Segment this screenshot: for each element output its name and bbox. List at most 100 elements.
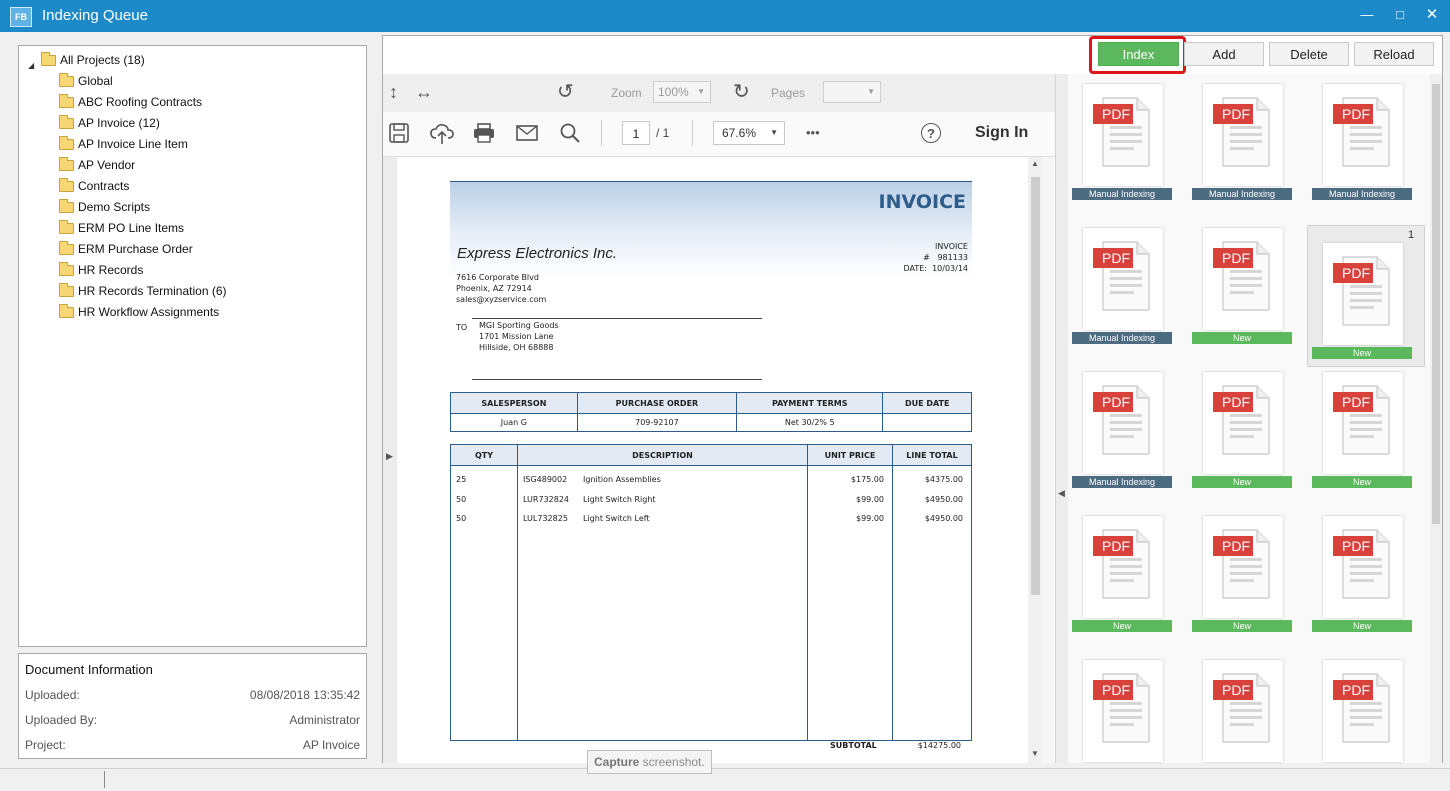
folder-icon (59, 115, 74, 130)
line-desc-text: Light Switch Right (583, 494, 656, 504)
document-thumbnail[interactable]: PDF (1083, 660, 1163, 762)
document-thumbnail[interactable]: PDF (1203, 516, 1283, 618)
invoice-info-table: SALESPERSON PURCHASE ORDER PAYMENT TERMS DU… (450, 392, 972, 432)
line-unit-price: $99.00 (856, 514, 884, 523)
reload-button[interactable]: Reload (1354, 42, 1434, 66)
tree-item-label: Demo Scripts (78, 200, 151, 214)
document-thumbnail[interactable]: PDF (1083, 84, 1163, 186)
thumbnail-scrollbar[interactable] (1430, 74, 1442, 763)
help-icon[interactable]: ? (921, 123, 941, 143)
pdf-label: PDF (1342, 394, 1370, 410)
project-tree[interactable]: ◢ All Projects (18) Global ABC Roofing Co… (18, 45, 367, 647)
tree-item-all-projects[interactable]: ◢ All Projects (18) (19, 50, 359, 70)
document-thumbnail[interactable]: PDF (1323, 84, 1403, 186)
pages-select[interactable]: ▼ (823, 81, 881, 103)
email-icon[interactable] (516, 125, 538, 141)
print-icon[interactable] (473, 123, 495, 143)
folder-icon (59, 94, 74, 109)
tooltip-bold: Capture (594, 755, 640, 769)
close-icon[interactable]: ✕ (1422, 6, 1442, 24)
collapse-triangle-icon[interactable]: ◢ (28, 56, 34, 76)
document-thumbnail[interactable]: PDF (1323, 243, 1403, 345)
line-header: DESCRIPTION (517, 444, 808, 466)
tree-item[interactable]: Global (59, 71, 113, 91)
tree-item[interactable]: ERM Purchase Order (59, 239, 193, 259)
document-thumbnail[interactable]: PDF (1083, 516, 1163, 618)
to-label: TO (456, 323, 468, 332)
scroll-down-icon[interactable]: ▼ (1031, 749, 1039, 758)
left-collapse-bar[interactable]: ▶ (383, 157, 397, 763)
tooltip-text: screenshot. (639, 755, 705, 769)
tree-item-label: ABC Roofing Contracts (78, 95, 203, 109)
document-thumbnail[interactable]: PDF (1203, 228, 1283, 330)
viewer-scrollbar[interactable]: ▲ ▼ (1028, 157, 1042, 763)
ship-to-address: MGI Sporting Goods 1701 Mission Lane Hil… (479, 320, 559, 353)
line-description: ISG489002 Ignition Assemblies (523, 470, 802, 490)
collapse-left-icon[interactable]: ◀ (1058, 488, 1065, 499)
tree-item[interactable]: HR Records (59, 260, 143, 280)
tree-item[interactable]: Contracts (59, 176, 129, 196)
viewer-scrollbar-thumb[interactable] (1031, 177, 1040, 595)
tree-item[interactable]: HR Records Termination (6) (59, 281, 227, 301)
search-icon[interactable] (560, 123, 580, 143)
expand-right-icon[interactable]: ▶ (386, 451, 393, 462)
project-label: Project: (25, 738, 66, 752)
upload-cloud-icon[interactable] (430, 123, 454, 145)
pdf-label: PDF (1342, 106, 1370, 122)
tree-item[interactable]: HR Workflow Assignments (59, 302, 219, 322)
fit-width-icon[interactable]: ↔ (415, 82, 433, 102)
document-thumbnail[interactable]: PDF (1323, 372, 1403, 474)
tree-item-label: HR Records (78, 263, 144, 277)
project-value: AP Invoice (302, 738, 360, 752)
main-panel: Index Add Delete Reload ↕ ↔ ↺ Zoom 100% ▼… (382, 35, 1443, 763)
thumbnail-scrollbar-thumb[interactable] (1432, 84, 1440, 524)
document-thumbnail[interactable]: PDF (1083, 228, 1163, 330)
add-button[interactable]: Add (1184, 42, 1264, 66)
line-code: LUR732824 (523, 494, 570, 504)
document-thumbnail[interactable]: PDF (1323, 660, 1403, 762)
rotate-left-icon[interactable]: ↺ (557, 82, 574, 102)
document-thumbnail[interactable]: PDF (1203, 84, 1283, 186)
tree-item[interactable]: AP Vendor (59, 155, 135, 175)
invoice-title: INVOICE (878, 191, 967, 213)
sign-in-button[interactable]: Sign In (975, 124, 1028, 142)
pages-label: Pages (771, 86, 806, 100)
tree-item[interactable]: ERM PO Line Items (59, 218, 184, 238)
document-thumbnail[interactable]: PDF (1323, 516, 1403, 618)
status-badge: New (1192, 476, 1292, 488)
tree-item[interactable]: AP Invoice (12) (59, 113, 160, 133)
folder-icon (59, 157, 74, 172)
thumbnail-splitter[interactable]: ◀ (1056, 74, 1068, 763)
more-options-icon[interactable]: ••• (806, 125, 820, 140)
tree-item[interactable]: ABC Roofing Contracts (59, 92, 202, 112)
rotate-right-icon[interactable]: ↻ (733, 82, 750, 102)
folder-icon (59, 178, 74, 193)
zoom-select[interactable]: 100% ▼ (653, 81, 711, 103)
invoice-document: INVOICE INVOICE # 981133 DATE: 10/03/14 … (450, 181, 972, 763)
document-thumbnail[interactable]: PDF (1203, 660, 1283, 762)
save-icon[interactable] (389, 123, 409, 143)
tree-item-label: ERM PO Line Items (78, 221, 185, 235)
subtotal-label: SUBTOTAL (830, 741, 877, 750)
tree-item[interactable]: Demo Scripts (59, 197, 150, 217)
document-thumbnail[interactable]: PDF (1083, 372, 1163, 474)
index-button[interactable]: Index (1098, 42, 1179, 66)
address-line: Phoenix, AZ 72914 (456, 284, 532, 293)
maximize-icon[interactable]: □ (1390, 6, 1410, 24)
fit-height-icon[interactable]: ↕ (389, 82, 398, 102)
scroll-up-icon[interactable]: ▲ (1031, 159, 1039, 168)
tree-item-label: Global (78, 74, 113, 88)
line-code: ISG489002 (523, 475, 568, 484)
tree-item[interactable]: AP Invoice Line Item (59, 134, 188, 154)
zoom-percent-select[interactable]: 67.6% ▼ (713, 121, 785, 145)
uploaded-by-value: Administrator (289, 713, 360, 727)
document-thumbnail[interactable]: PDF (1203, 372, 1283, 474)
minimize-icon[interactable]: — (1357, 6, 1377, 24)
pdf-label: PDF (1342, 682, 1370, 698)
folder-icon (59, 262, 74, 277)
delete-button[interactable]: Delete (1269, 42, 1349, 66)
folder-icon (59, 283, 74, 298)
status-badge: Manual Indexing (1312, 188, 1412, 200)
tree-item-label: AP Invoice Line Item (78, 137, 188, 151)
page-number-input[interactable]: 1 (622, 121, 650, 145)
